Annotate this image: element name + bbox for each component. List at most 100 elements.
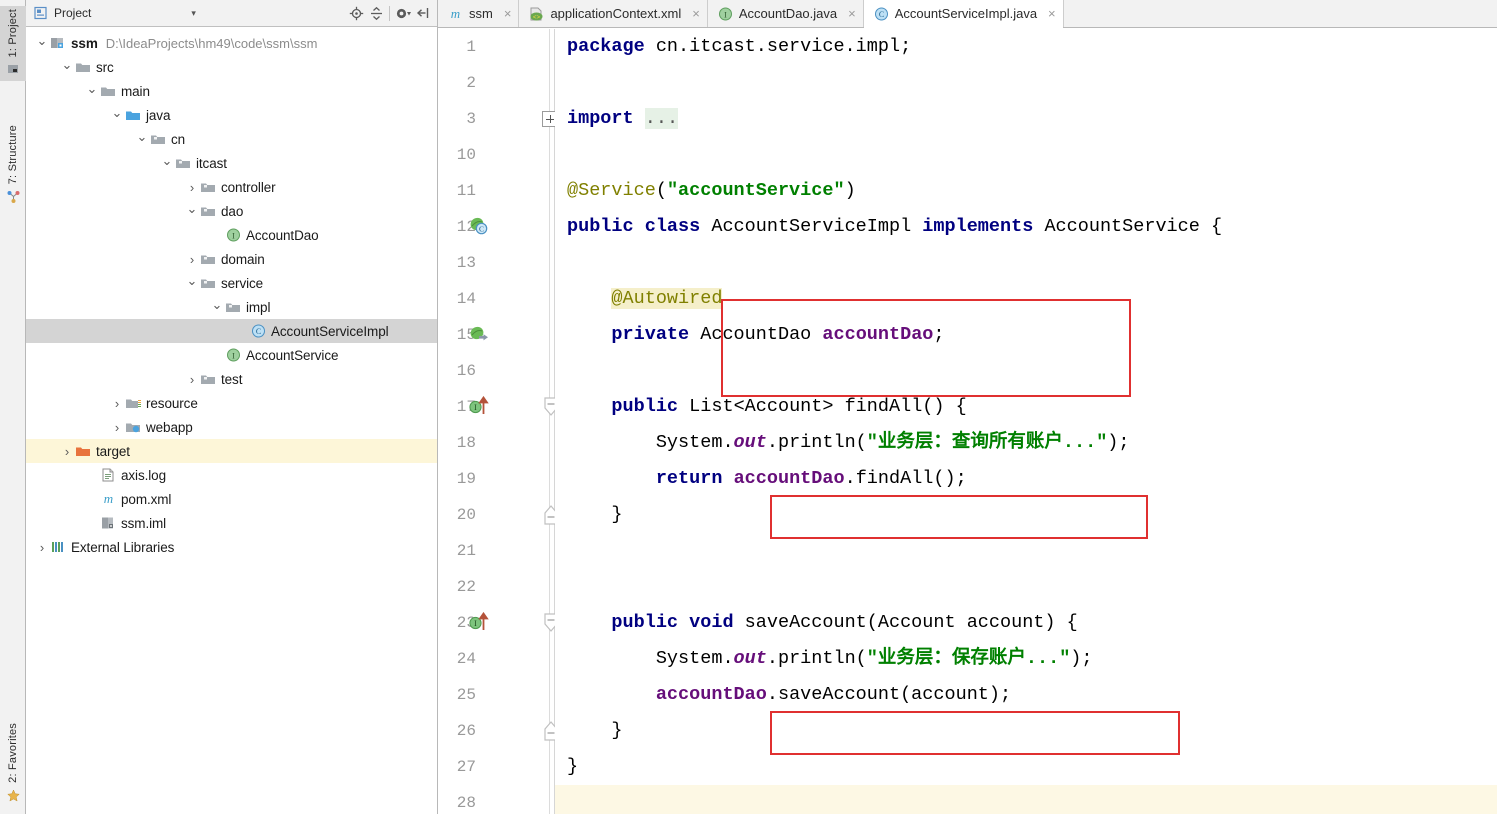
- implementing-method-icon[interactable]: I: [468, 395, 490, 418]
- gutter-row[interactable]: 26: [438, 713, 558, 749]
- chevron-right-icon[interactable]: ›: [109, 397, 125, 410]
- tree-node-cn[interactable]: ⌄ cn: [26, 127, 437, 151]
- gutter-row[interactable]: 1: [438, 29, 554, 65]
- close-icon[interactable]: ×: [1048, 7, 1056, 20]
- code-line[interactable]: [555, 137, 1497, 173]
- chevron-down-icon[interactable]: ⌄: [159, 154, 175, 167]
- chevron-right-icon[interactable]: ›: [34, 541, 50, 554]
- gutter-row[interactable]: 27: [438, 749, 554, 785]
- code-line[interactable]: public class AccountServiceImpl implemen…: [555, 209, 1497, 245]
- gutter-row[interactable]: 23 I: [438, 605, 558, 641]
- project-tree[interactable]: ⌄ ssm D:\IdeaProjects\hm49\code\ssm\ssm ⌄ sr…: [26, 28, 437, 814]
- tree-node-resource[interactable]: › resource: [26, 391, 437, 415]
- code-line[interactable]: @Service("accountService"): [555, 173, 1497, 209]
- tool-tab-project[interactable]: 1: Project: [0, 6, 26, 82]
- chevron-down-icon[interactable]: ⌄: [209, 298, 225, 311]
- tree-node-domain[interactable]: › domain: [26, 247, 437, 271]
- code-line[interactable]: import ...: [555, 101, 1497, 137]
- chevron-down-icon[interactable]: ⌄: [184, 274, 200, 287]
- gutter-row[interactable]: 16: [438, 353, 554, 389]
- code-line[interactable]: System.out.println("业务层：保存账户...");: [555, 641, 1497, 677]
- locate-file-icon[interactable]: [346, 3, 366, 23]
- tree-node-axis-log[interactable]: axis.log: [26, 463, 437, 487]
- code-line[interactable]: public List<Account> findAll() {: [555, 389, 1497, 425]
- gutter-row[interactable]: 24: [438, 641, 554, 677]
- tool-tab-structure[interactable]: 7: Structure: [0, 122, 26, 209]
- code-line[interactable]: public void saveAccount(Account account)…: [555, 605, 1497, 641]
- code-line[interactable]: [555, 65, 1497, 101]
- code-line[interactable]: package cn.itcast.service.impl;: [555, 29, 1497, 65]
- gutter-row[interactable]: 3: [438, 101, 558, 137]
- gutter-row[interactable]: 20: [438, 497, 558, 533]
- hide-icon[interactable]: [413, 3, 433, 23]
- tree-node-itcast[interactable]: ⌄ itcast: [26, 151, 437, 175]
- gutter-row[interactable]: 15: [438, 317, 554, 353]
- editor-tab-accountdao-java[interactable]: I AccountDao.java ×: [708, 0, 864, 27]
- tree-node-external-libraries[interactable]: › External Libraries: [26, 535, 437, 559]
- gutter-row[interactable]: 2: [438, 65, 554, 101]
- code-line[interactable]: }: [555, 713, 1497, 749]
- collapse-all-icon[interactable]: [366, 3, 386, 23]
- code-line[interactable]: System.out.println("业务层：查询所有账户...");: [555, 425, 1497, 461]
- code-canvas[interactable]: package cn.itcast.service.impl; import .…: [555, 29, 1497, 814]
- chevron-right-icon[interactable]: ›: [109, 421, 125, 434]
- code-editor[interactable]: 1 2 3 10 11 12 C 13 14 15 16 17 I 18 19 20 21 22 23 I 24 25 26…: [438, 29, 1497, 814]
- spring-autowired-icon[interactable]: [468, 324, 490, 346]
- code-line[interactable]: [555, 245, 1497, 281]
- editor-tab-ssm[interactable]: m ssm ×: [438, 0, 520, 27]
- code-line[interactable]: @Autowired: [555, 281, 1497, 317]
- tree-node-controller[interactable]: › controller: [26, 175, 437, 199]
- tree-node-webapp[interactable]: › webapp: [26, 415, 437, 439]
- code-line[interactable]: [555, 569, 1497, 605]
- code-line[interactable]: [555, 533, 1497, 569]
- gutter-row[interactable]: 12 C: [438, 209, 554, 245]
- tree-node-ssm[interactable]: ⌄ ssm D:\IdeaProjects\hm49\code\ssm\ssm: [26, 31, 437, 55]
- tree-node-accountdao[interactable]: I AccountDao: [26, 223, 437, 247]
- tree-node-target[interactable]: › target: [26, 439, 437, 463]
- chevron-right-icon[interactable]: ›: [59, 445, 75, 458]
- tree-node-accountserviceimpl[interactable]: C AccountServiceImpl: [26, 319, 437, 343]
- code-line[interactable]: [555, 785, 1497, 814]
- tree-node-src[interactable]: ⌄ src: [26, 55, 437, 79]
- code-line[interactable]: [555, 353, 1497, 389]
- close-icon[interactable]: ×: [848, 7, 856, 20]
- editor-tab-bar[interactable]: m ssm × <> applicationContext.xml × I AccountDa…: [438, 0, 1497, 28]
- chevron-right-icon[interactable]: ›: [184, 253, 200, 266]
- tree-node-main[interactable]: ⌄ main: [26, 79, 437, 103]
- gutter-row[interactable]: 28: [438, 785, 554, 814]
- chevron-right-icon[interactable]: ›: [184, 181, 200, 194]
- gutter-row[interactable]: 22: [438, 569, 554, 605]
- tool-tab-favorites[interactable]: 2: Favorites: [0, 720, 26, 808]
- chevron-right-icon[interactable]: ›: [184, 373, 200, 386]
- editor-gutter[interactable]: 1 2 3 10 11 12 C 13 14 15 16 17 I 18 19 20 21 22 23 I 24 25 26…: [438, 29, 558, 814]
- code-line[interactable]: return accountDao.findAll();: [555, 461, 1497, 497]
- gutter-row[interactable]: 18: [438, 425, 554, 461]
- editor-tab-accountserviceimpl-java[interactable]: C AccountServiceImpl.java ×: [863, 0, 1064, 28]
- chevron-down-icon[interactable]: ⌄: [184, 202, 200, 215]
- gutter-row[interactable]: 11: [438, 173, 554, 209]
- chevron-down-icon[interactable]: ⌄: [134, 130, 150, 143]
- gutter-row[interactable]: 25: [438, 677, 554, 713]
- tree-node-accountservice[interactable]: I AccountService: [26, 343, 437, 367]
- chevron-down-icon[interactable]: ▾: [191, 8, 196, 19]
- tree-node-java[interactable]: ⌄ java: [26, 103, 437, 127]
- tree-node-ssm-iml[interactable]: ssm.iml: [26, 511, 437, 535]
- code-line[interactable]: }: [555, 749, 1497, 785]
- gutter-row[interactable]: 19: [438, 461, 554, 497]
- gutter-row[interactable]: 10: [438, 137, 554, 173]
- tree-node-impl[interactable]: ⌄ impl: [26, 295, 437, 319]
- gear-icon[interactable]: [393, 3, 413, 23]
- code-line[interactable]: private AccountDao accountDao;: [555, 317, 1497, 353]
- gutter-row[interactable]: 14: [438, 281, 554, 317]
- tree-node-test[interactable]: › test: [26, 367, 437, 391]
- gutter-row[interactable]: 21: [438, 533, 554, 569]
- spring-bean-class-icon[interactable]: C: [468, 216, 490, 238]
- tree-node-service[interactable]: ⌄ service: [26, 271, 437, 295]
- gutter-row[interactable]: 13: [438, 245, 554, 281]
- chevron-down-icon[interactable]: ⌄: [34, 34, 50, 47]
- code-line[interactable]: }: [555, 497, 1497, 533]
- tree-node-pom-xml[interactable]: m pom.xml: [26, 487, 437, 511]
- code-line[interactable]: accountDao.saveAccount(account);: [555, 677, 1497, 713]
- close-icon[interactable]: ×: [692, 7, 700, 20]
- chevron-down-icon[interactable]: ⌄: [109, 106, 125, 119]
